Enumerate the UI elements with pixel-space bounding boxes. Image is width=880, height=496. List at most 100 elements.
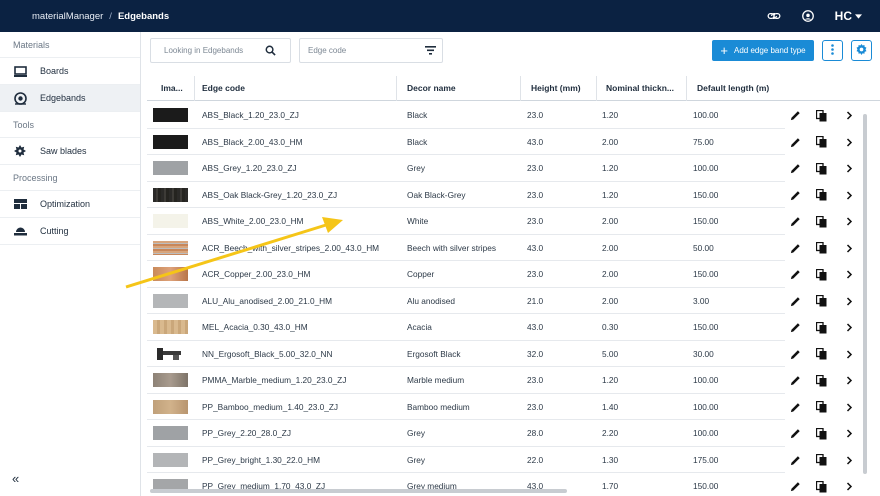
table-row[interactable]: MEL_Acacia_0.30_43.0_HM Acacia 43.0 0.30 150…: [147, 314, 785, 341]
hc-logo-icon[interactable]: HC: [835, 9, 862, 23]
chevron-right-icon[interactable]: [843, 136, 856, 149]
edgebands-icon: [13, 91, 27, 105]
edit-icon[interactable]: [789, 268, 802, 281]
table-row[interactable]: ABS_Oak Black-Grey_1.20_23.0_ZJ Oak Black…: [147, 182, 785, 208]
copy-icon[interactable]: [815, 401, 828, 414]
table-row[interactable]: ABS_Black_1.20_23.0_ZJ Black 23.0 1.20 100.0…: [147, 102, 785, 129]
chevron-right-icon[interactable]: [843, 109, 856, 122]
edit-icon[interactable]: [789, 374, 802, 387]
horizontal-scrollbar[interactable]: [150, 489, 850, 493]
settings-button[interactable]: [851, 40, 872, 61]
copy-icon[interactable]: [815, 215, 828, 228]
table-row[interactable]: ABS_White_2.00_23.0_HM White 23.0 2.00 150.0…: [147, 208, 785, 235]
horizontal-scroll-thumb[interactable]: [150, 489, 567, 493]
default-length-cell: 175.00: [693, 454, 719, 465]
page-title: Edgebands: [117, 10, 170, 22]
edit-icon[interactable]: [789, 348, 802, 361]
table-row[interactable]: PP_Bamboo_medium_1.40_23.0_ZJ Bamboo medi…: [147, 394, 785, 420]
table-row[interactable]: ALU_Alu_anodised_2.00_21.0_HM Alu anodise…: [147, 288, 785, 314]
edit-icon[interactable]: [789, 136, 802, 149]
saw-blade-icon: [13, 144, 27, 158]
edit-icon[interactable]: [789, 162, 802, 175]
sidebar-item-edgebands[interactable]: Edgebands: [0, 85, 140, 112]
chevron-right-icon[interactable]: [843, 348, 856, 361]
edit-icon[interactable]: [789, 427, 802, 440]
chevron-right-icon[interactable]: [843, 374, 856, 387]
chevron-right-icon[interactable]: [843, 427, 856, 440]
height-cell: 22.0: [527, 454, 544, 465]
app-name[interactable]: materialManager: [32, 11, 103, 22]
sidebar-item-cutting[interactable]: Cutting: [0, 218, 140, 245]
table-row[interactable]: PMMA_Marble_medium_1.20_23.0_ZJ Marble me…: [147, 367, 785, 394]
plus-icon: +: [720, 43, 728, 58]
copy-icon[interactable]: [815, 348, 828, 361]
table-row[interactable]: ABS_Grey_1.20_23.0_ZJ Grey 23.0 1.20 100.00: [147, 155, 785, 182]
edge-code-cell: ABS_White_2.00_23.0_HM: [202, 216, 304, 226]
table-row[interactable]: PP_Grey_bright_1.30_22.0_HM Grey 22.0 1.30 1…: [147, 447, 785, 473]
edit-icon[interactable]: [789, 321, 802, 334]
search-icon[interactable]: [265, 45, 276, 58]
table-row[interactable]: ABS_Black_2.00_43.0_HM Black 43.0 2.00 75.00: [147, 129, 785, 155]
copy-icon[interactable]: [815, 427, 828, 440]
filter-icon[interactable]: [425, 46, 436, 57]
vertical-scroll-thumb[interactable]: [863, 114, 867, 474]
copy-icon[interactable]: [815, 321, 828, 334]
edit-icon[interactable]: [789, 242, 802, 255]
edit-icon[interactable]: [789, 215, 802, 228]
table-row[interactable]: ACR_Copper_2.00_23.0_HM Copper 23.0 2.00 150…: [147, 261, 785, 288]
edit-icon[interactable]: [789, 401, 802, 414]
column-header-nominal-thickness[interactable]: Nominal thickn...: [600, 76, 687, 101]
sidebar-item-label: Saw blades: [40, 146, 87, 156]
edit-icon[interactable]: [789, 454, 802, 467]
copy-icon[interactable]: [815, 295, 828, 308]
more-options-button[interactable]: [822, 40, 843, 61]
sidebar-item-boards[interactable]: Boards: [0, 58, 140, 85]
vertical-scrollbar[interactable]: [863, 104, 868, 486]
link-icon[interactable]: [767, 9, 781, 23]
chevron-right-icon[interactable]: [843, 295, 856, 308]
height-cell: 23.0: [527, 401, 544, 412]
collapse-sidebar-button[interactable]: «: [12, 471, 19, 486]
column-header-decor-name[interactable]: Decor name: [401, 76, 521, 101]
table-row[interactable]: PP_Grey_2.20_28.0_ZJ Grey 28.0 2.20 100.00: [147, 420, 785, 447]
copy-icon[interactable]: [815, 189, 828, 202]
chevron-right-icon[interactable]: [843, 454, 856, 467]
edit-icon[interactable]: [789, 109, 802, 122]
sidebar-item-optimization[interactable]: Optimization: [0, 191, 140, 218]
table-row[interactable]: ACR_Beech_with_silver_stripes_2.00_43.0_…: [147, 235, 785, 261]
copy-icon[interactable]: [815, 268, 828, 281]
column-header-image[interactable]: Ima...: [155, 76, 195, 101]
edit-icon[interactable]: [789, 189, 802, 202]
copy-icon[interactable]: [815, 136, 828, 149]
chevron-right-icon[interactable]: [843, 401, 856, 414]
chevron-right-icon[interactable]: [843, 215, 856, 228]
edit-icon[interactable]: [789, 295, 802, 308]
copy-icon[interactable]: [815, 242, 828, 255]
decor-name-cell: Copper: [407, 269, 435, 279]
edge-code-filter-input[interactable]: Edge code: [299, 38, 443, 63]
decor-name-cell: Grey: [407, 454, 425, 465]
top-bar: materialManager / Edgebands HC: [0, 0, 880, 32]
default-length-cell: 150.00: [693, 189, 719, 200]
support-icon[interactable]: [801, 9, 815, 23]
copy-icon[interactable]: [815, 109, 828, 122]
copy-icon[interactable]: [815, 374, 828, 387]
chevron-right-icon[interactable]: [843, 189, 856, 202]
column-header-edge-code[interactable]: Edge code: [196, 76, 397, 101]
table-row[interactable]: NN_Ergosoft_Black_5.00_32.0_NN Ergosoft B…: [147, 341, 785, 367]
decor-name-cell: Alu anodised: [407, 295, 455, 306]
chevron-right-icon[interactable]: [843, 162, 856, 175]
decor-name-cell: Ergosoft Black: [407, 348, 461, 359]
thickness-cell: 2.20: [602, 428, 619, 438]
chevron-right-icon[interactable]: [843, 268, 856, 281]
chevron-right-icon[interactable]: [843, 242, 856, 255]
add-edge-band-type-button[interactable]: + Add edge band type: [712, 40, 814, 61]
search-input[interactable]: Looking in Edgebands: [150, 38, 291, 63]
chevron-right-icon[interactable]: [843, 321, 856, 334]
sidebar-item-saw-blades[interactable]: Saw blades: [0, 138, 140, 165]
copy-icon[interactable]: [815, 162, 828, 175]
column-header-default-length[interactable]: Default length (m): [691, 76, 781, 101]
column-header-height[interactable]: Height (mm): [525, 76, 597, 101]
copy-icon[interactable]: [815, 454, 828, 467]
edge-code-cell: ALU_Alu_anodised_2.00_21.0_HM: [202, 295, 333, 306]
